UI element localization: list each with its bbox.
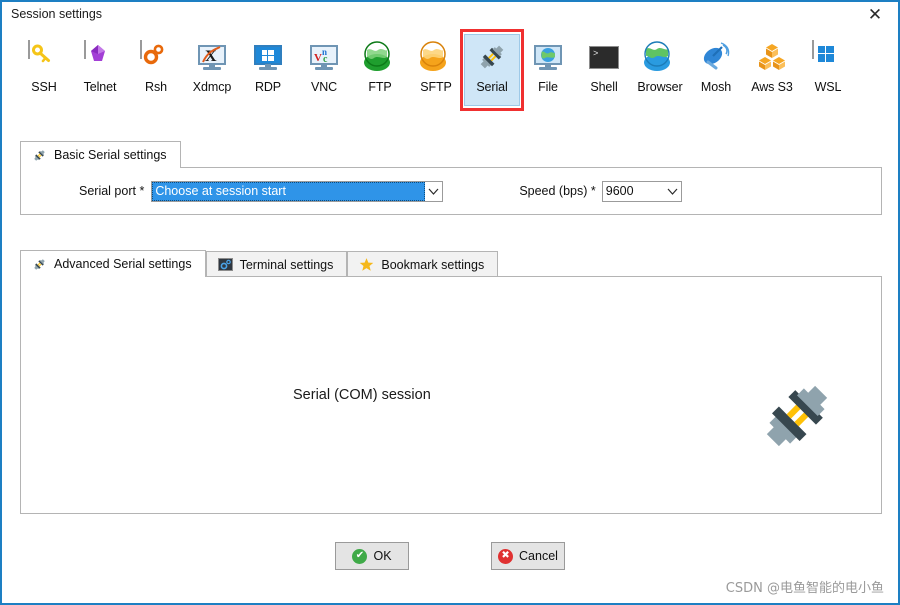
window-title: Session settings	[11, 7, 103, 21]
session-type-ssh[interactable]: SSH	[16, 34, 72, 106]
svg-text:V: V	[314, 52, 322, 64]
session-type-label: Mosh	[700, 80, 732, 94]
session-type-shell[interactable]: > Shell	[576, 34, 632, 106]
serial-plug-illustration	[758, 377, 836, 455]
satellite-dish-icon	[700, 41, 732, 73]
tab-label: Terminal settings	[239, 257, 334, 272]
session-type-label: Xdmcp	[192, 80, 232, 94]
cancel-button-label: Cancel	[519, 549, 558, 563]
file-monitor-icon	[532, 41, 564, 73]
speed-combobox[interactable]: 9600	[601, 180, 682, 202]
session-type-aws-s3[interactable]: Aws S3	[744, 34, 800, 106]
terminal-icon: >	[588, 41, 620, 73]
serial-port-label: Serial port *	[79, 184, 145, 198]
session-type-label: Telnet	[83, 80, 117, 94]
advanced-settings-panel: Advanced Serial settings Terminal settin…	[20, 250, 882, 515]
session-type-telnet[interactable]: Telnet	[72, 34, 128, 106]
basic-settings-tabstrip: Basic Serial settings	[20, 141, 882, 168]
session-type-vnc[interactable]: V n c VNC	[296, 34, 352, 106]
blue-globe-icon	[644, 41, 676, 73]
svg-text:>: >	[593, 49, 598, 59]
speed-label: Speed (bps) *	[519, 184, 596, 198]
session-type-browser[interactable]: Browser	[632, 34, 688, 106]
star-icon	[359, 257, 374, 272]
title-bar: Session settings ✕	[2, 2, 898, 29]
session-type-label: SFTP	[420, 80, 452, 94]
key-icon	[28, 40, 60, 73]
session-type-serial[interactable]: Serial	[460, 29, 524, 111]
advanced-settings-tabstrip: Advanced Serial settings Terminal settin…	[20, 250, 882, 277]
close-icon[interactable]: ✕	[856, 2, 894, 28]
session-type-label: Shell	[590, 80, 618, 94]
windows-monitor-icon	[252, 41, 284, 73]
session-type-toolbar: SSH Telnet Rsh X Xdmcp RDP V n c VNC FTP…	[2, 29, 898, 114]
watermark: CSDN @电鱼智能的电小鱼	[725, 581, 884, 596]
basic-serial-settings-panel: Basic Serial settings Serial port * Choo…	[20, 141, 882, 216]
chevron-down-icon[interactable]	[664, 182, 681, 201]
session-settings-window: Session settings ✕ SSH Telnet Rsh X Xdmc…	[0, 0, 900, 605]
gem-icon	[84, 40, 116, 73]
advanced-settings-body: Serial (COM) session	[20, 276, 882, 514]
ok-button-label: OK	[373, 549, 392, 563]
terminal-settings-icon	[217, 257, 233, 272]
serial-port-combobox[interactable]: Choose at session start	[151, 180, 444, 202]
session-type-xdmcp[interactable]: X Xdmcp	[184, 34, 240, 106]
vnc-monitor-icon: V n c	[308, 41, 340, 73]
session-caption: Serial (COM) session	[293, 387, 431, 403]
basic-settings-body: Serial port * Choose at session start Sp…	[20, 167, 882, 215]
tab-bookmark-settings[interactable]: Bookmark settings	[347, 251, 499, 277]
gears-icon	[140, 40, 172, 73]
session-type-label: VNC	[310, 80, 338, 94]
session-type-mosh[interactable]: Mosh	[688, 34, 744, 106]
session-type-rdp[interactable]: RDP	[240, 34, 296, 106]
tab-label: Advanced Serial settings	[54, 257, 192, 271]
session-type-ftp[interactable]: FTP	[352, 34, 408, 106]
serial-plug-icon	[476, 41, 508, 73]
session-type-label: Serial	[476, 80, 508, 94]
session-type-file[interactable]: File	[520, 34, 576, 106]
windows-logo-icon	[812, 40, 844, 73]
session-type-label: SSH	[31, 80, 57, 94]
orange-globe-icon	[420, 41, 452, 73]
serial-port-value[interactable]: Choose at session start	[152, 181, 426, 201]
session-type-label: Aws S3	[751, 80, 793, 94]
session-type-label: RDP	[254, 80, 282, 94]
error-circle-icon: ✖	[498, 548, 514, 564]
session-type-label: FTP	[368, 80, 392, 94]
green-globe-icon	[364, 41, 396, 73]
check-circle-icon: ✔	[352, 548, 368, 564]
chevron-down-icon[interactable]	[425, 182, 442, 201]
session-type-label: Browser	[637, 80, 683, 94]
tab-advanced-serial-settings[interactable]: Advanced Serial settings	[20, 250, 206, 277]
aws-cubes-icon	[756, 41, 788, 73]
session-type-label: Rsh	[145, 80, 167, 94]
session-type-wsl[interactable]: WSL	[800, 34, 856, 106]
serial-plug-icon	[32, 148, 47, 163]
cancel-button[interactable]: ✖ Cancel	[491, 542, 565, 570]
ok-button[interactable]: ✔ OK	[335, 542, 409, 570]
tab-terminal-settings[interactable]: Terminal settings	[205, 251, 348, 277]
speed-value[interactable]: 9600	[603, 182, 664, 201]
x-monitor-icon: X	[196, 41, 228, 73]
tab-label: Bookmark settings	[381, 257, 485, 272]
serial-plug-icon	[32, 257, 47, 272]
tab-basic-serial-settings[interactable]: Basic Serial settings	[20, 141, 181, 168]
session-type-rsh[interactable]: Rsh	[128, 34, 184, 106]
tab-label: Basic Serial settings	[54, 148, 167, 162]
session-type-label: File	[538, 80, 558, 94]
session-type-sftp[interactable]: SFTP	[408, 34, 464, 106]
session-type-label: WSL	[814, 80, 842, 94]
